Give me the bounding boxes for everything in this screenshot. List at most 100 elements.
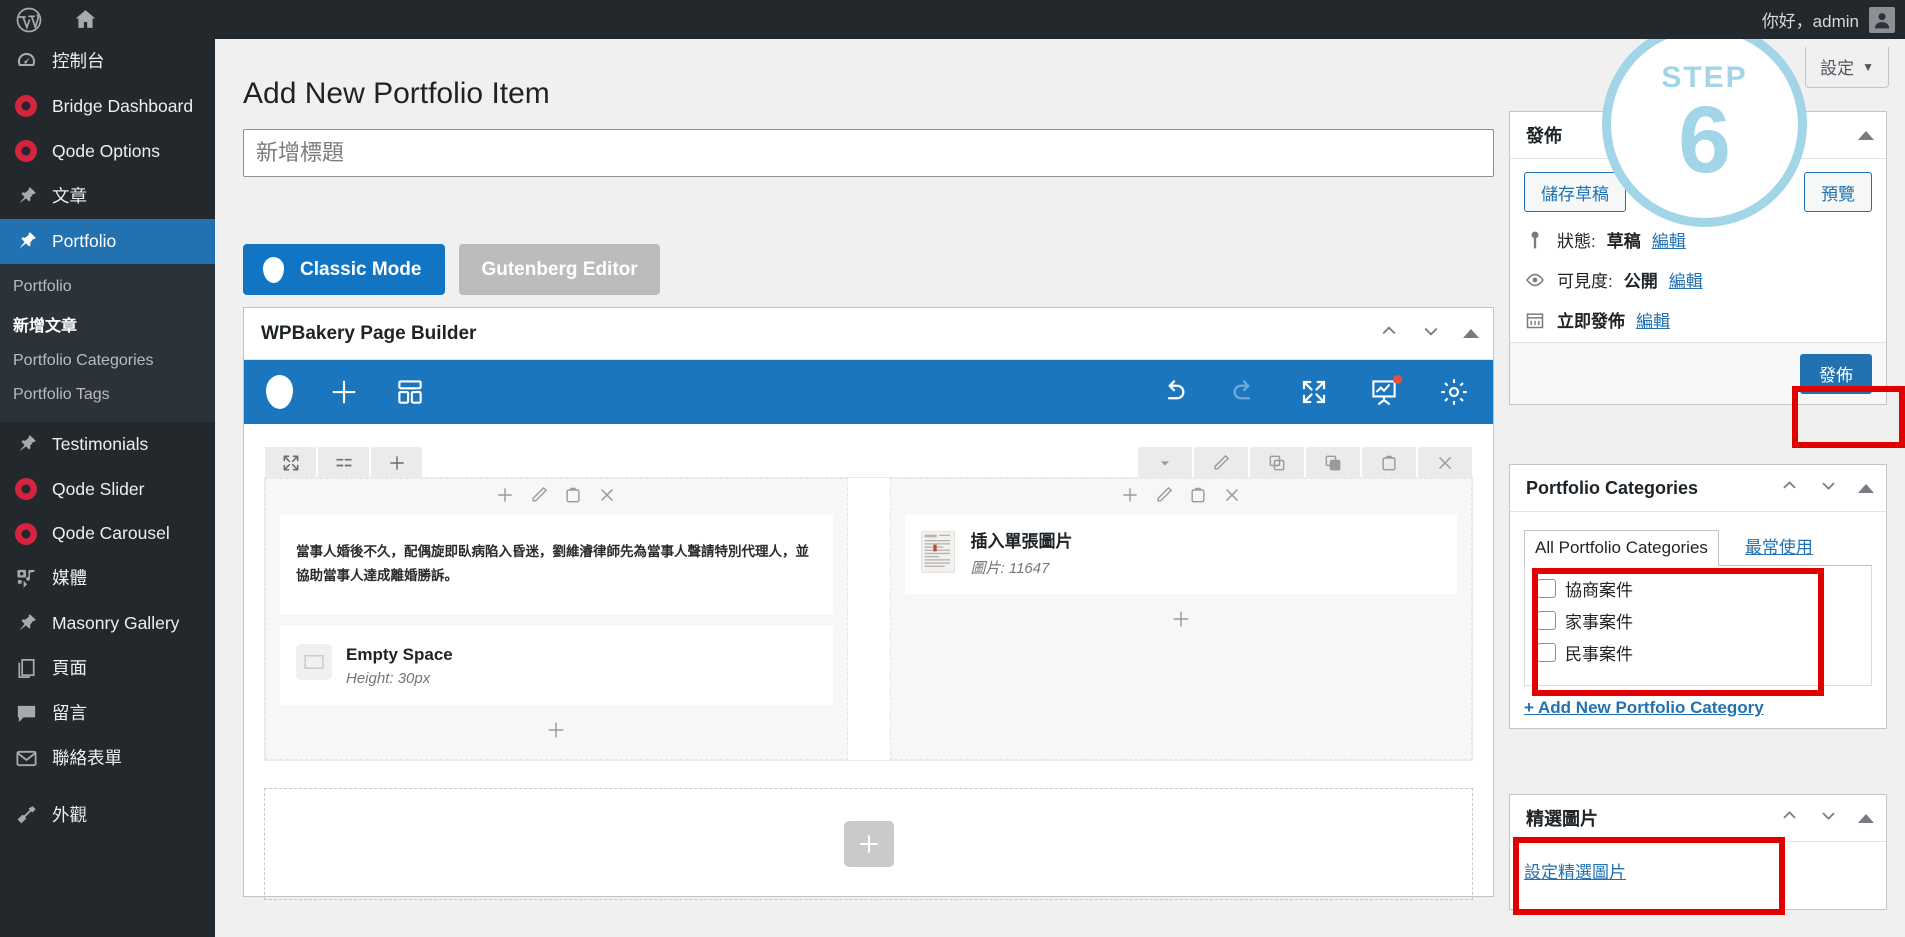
resize-columns-icon[interactable] (265, 447, 316, 478)
clone-icon[interactable] (1306, 447, 1360, 478)
presentation-icon[interactable] (1369, 375, 1402, 407)
post-status-edit-link[interactable]: 編輯 (1652, 227, 1686, 252)
appearance-icon (13, 804, 39, 827)
tab-all-portfolio-categories[interactable]: All Portfolio Categories (1524, 530, 1719, 566)
set-featured-image-link[interactable]: 設定精選圖片 (1524, 863, 1626, 882)
sidebar-item-contact-form[interactable]: 聯絡表單 (0, 736, 215, 781)
wpbakery-logo-icon[interactable] (266, 375, 293, 409)
pin-icon (13, 612, 39, 635)
triangle-up-icon[interactable] (1858, 483, 1874, 493)
sidebar-item-label: Testimonials (52, 433, 149, 454)
category-checkbox-row[interactable]: 協商案件 (1537, 576, 1859, 601)
close-x-icon[interactable] (1222, 485, 1242, 510)
chevron-down-icon[interactable] (1138, 447, 1192, 478)
post-schedule-edit-link[interactable]: 編輯 (1636, 307, 1670, 332)
sidebar-item-dashboard[interactable]: 控制台 (0, 39, 215, 84)
sidebar-item-comments[interactable]: 留言 (0, 691, 215, 736)
add-element-icon[interactable] (329, 377, 359, 407)
edit-pencil-icon[interactable] (529, 485, 549, 510)
clipboard-icon[interactable] (563, 485, 583, 510)
checkbox-icon[interactable] (1537, 579, 1556, 598)
submenu-item-portfolio-categories[interactable]: Portfolio Categories (0, 344, 215, 378)
clipboard-icon[interactable] (1362, 447, 1416, 478)
sidebar-item-appearance[interactable]: 外觀 (0, 793, 215, 838)
preview-button[interactable]: 預覽 (1804, 172, 1872, 212)
add-element-to-column-button[interactable] (266, 713, 847, 747)
chevron-down-icon[interactable] (1819, 806, 1838, 830)
category-checkbox-row[interactable]: 民事案件 (1537, 640, 1859, 665)
sidebar-item-qode-carousel[interactable]: Qode Carousel (0, 511, 215, 556)
tab-most-used[interactable]: 最常使用 (1735, 526, 1823, 566)
edit-pencil-icon[interactable] (1154, 485, 1174, 510)
gutenberg-editor-button[interactable]: Gutenberg Editor (459, 244, 660, 295)
chevron-up-icon[interactable] (1780, 476, 1799, 500)
add-new-row-dropzone[interactable] (264, 787, 1473, 900)
fullscreen-icon[interactable] (1299, 377, 1329, 407)
featured-image-box-title: 精選圖片 (1526, 809, 1598, 829)
admin-bar-account[interactable]: 你好，admin (1762, 6, 1905, 33)
publish-button[interactable]: 發佈 (1800, 353, 1872, 394)
save-draft-button[interactable]: 儲存草稿 (1524, 172, 1626, 212)
sidebar-item-portfolio[interactable]: Portfolio (0, 218, 223, 264)
text-block-content: 當事人婚後不久，配偶旋即臥病陷入昏迷，劉維濬律師先為當事人聲請特別代理人，並協助… (296, 543, 809, 584)
add-icon[interactable] (1120, 485, 1140, 510)
post-status-row: 狀態: 草稿 編輯 (1524, 227, 1872, 252)
undo-icon[interactable] (1159, 377, 1189, 407)
step-badge: STEP 6 (1602, 22, 1807, 227)
site-home-icon[interactable] (58, 0, 112, 39)
admin-bar: 你好，admin (0, 0, 1905, 39)
text-block-element[interactable]: 當事人婚後不久，配偶旋即臥病陷入昏迷，劉維濬律師先為當事人聲請特別代理人，並協助… (280, 515, 833, 614)
submenu-item-portfolio[interactable]: Portfolio (0, 270, 215, 304)
edit-pencil-icon[interactable] (1194, 447, 1248, 478)
add-icon[interactable] (495, 485, 515, 510)
sidebar-item-label: 聯絡表單 (52, 748, 122, 769)
avatar-icon[interactable] (1869, 6, 1895, 33)
sidebar-item-media[interactable]: 媒體 (0, 556, 215, 601)
wordpress-logo-icon[interactable] (0, 0, 58, 39)
sidebar-item-masonry-gallery[interactable]: Masonry Gallery (0, 601, 215, 646)
pin-icon (13, 433, 39, 456)
clipboard-icon[interactable] (1188, 485, 1208, 510)
classic-mode-button[interactable]: Classic Mode (243, 244, 446, 295)
eye-icon (1524, 270, 1546, 290)
triangle-up-icon[interactable] (1858, 813, 1874, 823)
add-element-to-column-button[interactable] (891, 602, 1472, 636)
submenu-item-portfolio-tags[interactable]: Portfolio Tags (0, 378, 215, 412)
triangle-up-icon[interactable] (1463, 329, 1479, 338)
row-layout-icon[interactable] (318, 447, 369, 478)
post-visibility-edit-link[interactable]: 編輯 (1669, 267, 1703, 292)
submenu-item-add-new[interactable]: 新增文章 (0, 304, 215, 344)
templates-icon[interactable] (395, 377, 425, 407)
close-x-icon[interactable] (597, 485, 617, 510)
category-checkbox-row[interactable]: 家事案件 (1537, 608, 1859, 633)
chevron-up-icon[interactable] (1780, 806, 1799, 830)
builder-columns: 當事人婚後不久，配偶旋即臥病陷入昏迷，劉維濬律師先為當事人聲請特別代理人，並協助… (265, 478, 1472, 760)
sidebar-item-bridge-dashboard[interactable]: Bridge Dashboard (0, 84, 215, 129)
single-image-element[interactable]: 插入單張圖片 圖片: 11647 (904, 515, 1457, 594)
screen-options-toggle[interactable]: 設定 ▼ (1805, 47, 1889, 88)
checkbox-icon[interactable] (1537, 611, 1556, 630)
empty-space-element[interactable]: Empty Space Height: 30px (280, 626, 833, 705)
pages-icon (13, 657, 39, 680)
chevron-up-icon[interactable] (1379, 321, 1399, 346)
sidebar-item-testimonials[interactable]: Testimonials (0, 422, 215, 467)
post-title-input[interactable] (243, 129, 1494, 177)
chevron-down-icon[interactable] (1421, 321, 1441, 346)
sidebar-item-pages[interactable]: 頁面 (0, 646, 215, 691)
sidebar-item-posts[interactable]: 文章 (0, 174, 215, 219)
close-x-icon[interactable] (1418, 447, 1472, 478)
add-new-portfolio-category-link[interactable]: + Add New Portfolio Category (1524, 698, 1872, 718)
chevron-down-icon[interactable] (1819, 476, 1838, 500)
sidebar-item-qode-slider[interactable]: Qode Slider (0, 467, 215, 512)
checkbox-icon[interactable] (1537, 643, 1556, 662)
post-visibility-value: 公開 (1623, 272, 1658, 291)
empty-space-subtitle: Height: 30px (346, 669, 431, 687)
redo-icon[interactable] (1229, 377, 1259, 407)
sidebar-item-qode-options[interactable]: Qode Options (0, 129, 215, 174)
copy-icon[interactable] (1250, 447, 1304, 478)
settings-gear-icon[interactable] (1439, 377, 1469, 407)
add-row-button[interactable] (843, 820, 894, 867)
single-image-title: 插入單張圖片 (970, 532, 1073, 551)
triangle-up-icon[interactable] (1858, 130, 1874, 140)
add-icon[interactable] (371, 447, 422, 478)
